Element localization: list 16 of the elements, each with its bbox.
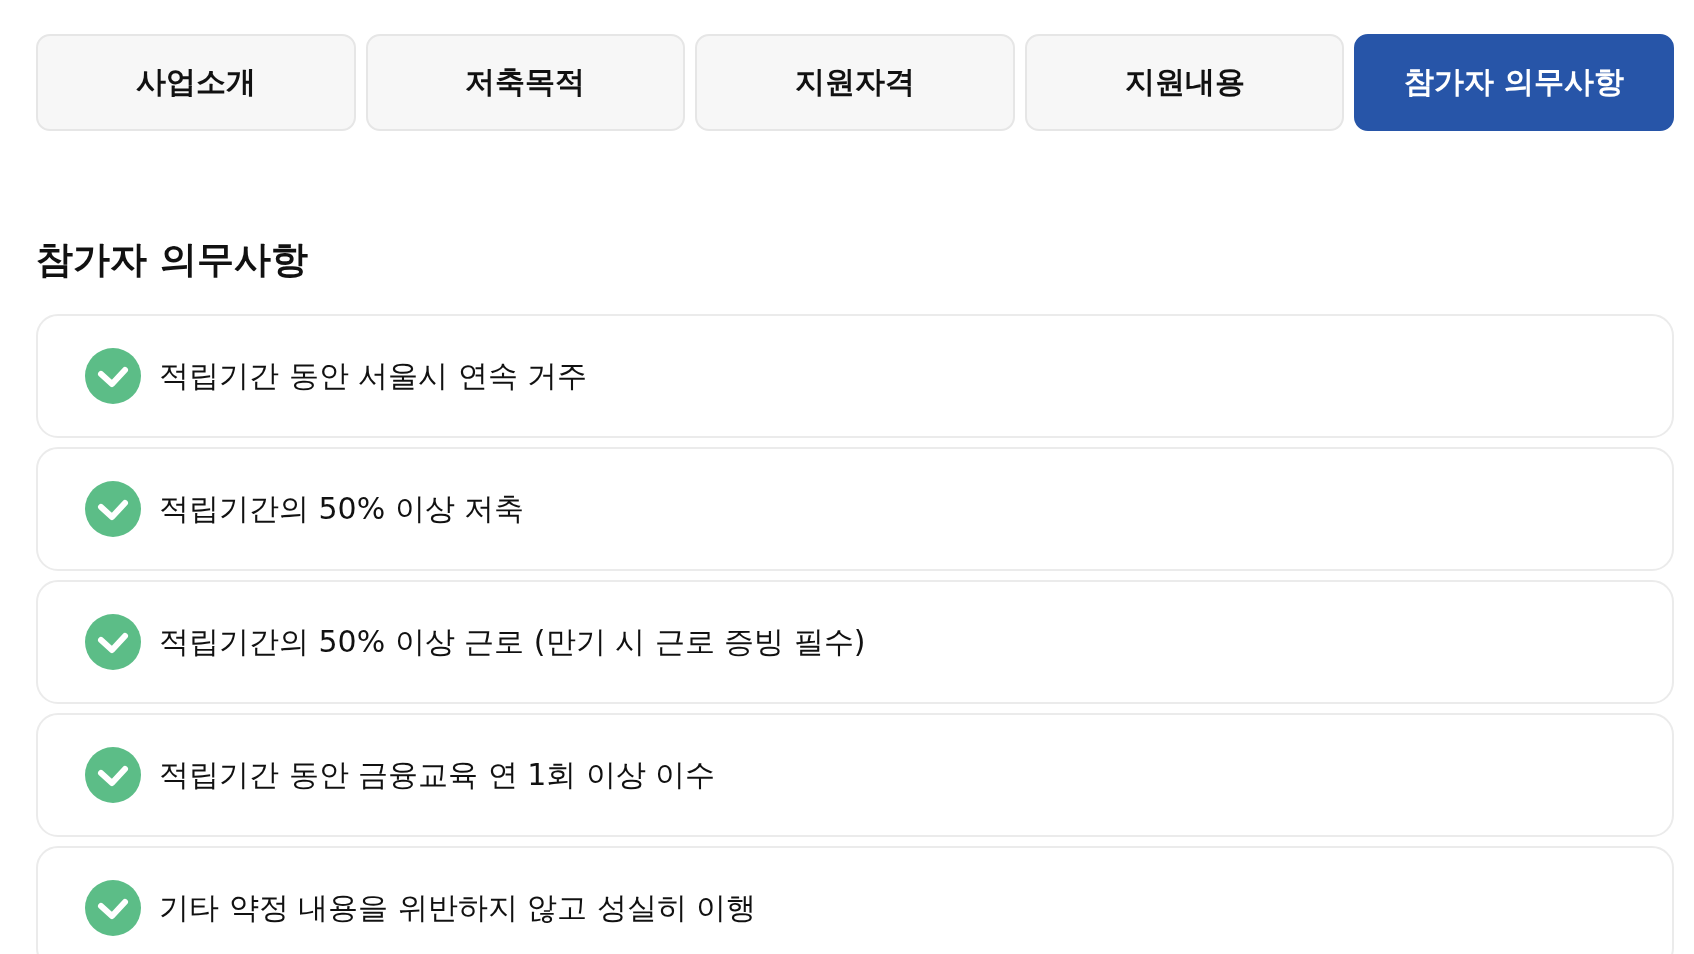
check-circle-icon <box>85 747 141 803</box>
duty-text: 적립기간 동안 금융교육 연 1회 이상 이수 <box>159 755 716 794</box>
check-circle-icon <box>85 481 141 537</box>
check-circle-icon <box>85 348 141 404</box>
section-title: 참가자 의무사항 <box>36 238 309 282</box>
duty-text: 적립기간 동안 서울시 연속 거주 <box>159 356 588 395</box>
check-circle-icon <box>85 614 141 670</box>
tab[interactable]: 참가자 의무사항 <box>1354 34 1674 131</box>
tab[interactable]: 저축목적 <box>365 34 686 131</box>
check-circle-icon <box>85 880 141 936</box>
duty-text: 기타 약정 내용을 위반하지 않고 성실히 이행 <box>159 888 757 927</box>
tab[interactable]: 사업소개 <box>36 34 356 131</box>
duty-text: 적립기간의 50% 이상 근로 (만기 시 근로 증빙 필수) <box>159 622 866 661</box>
tab[interactable]: 지원자격 <box>695 34 1015 131</box>
duty-text: 적립기간의 50% 이상 저축 <box>159 489 525 528</box>
tab[interactable]: 지원내용 <box>1024 34 1345 131</box>
